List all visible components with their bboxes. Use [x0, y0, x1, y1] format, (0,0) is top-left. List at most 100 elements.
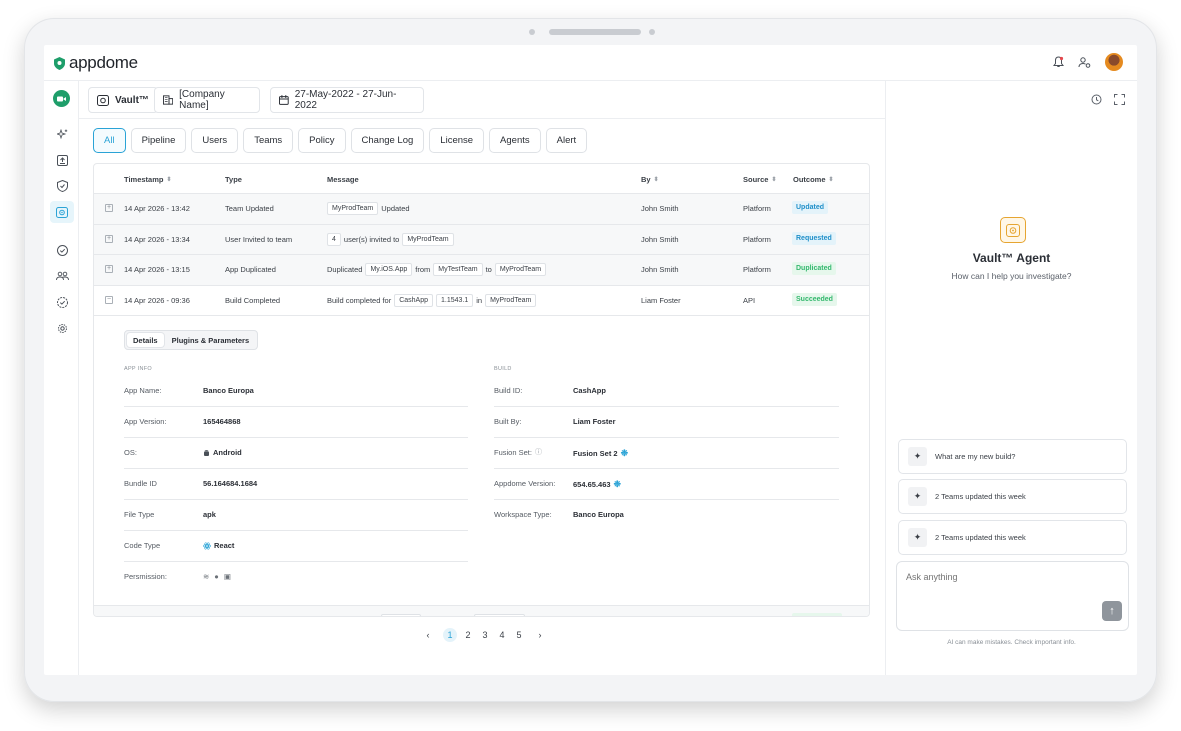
- app-info-value: 165464868: [203, 417, 241, 426]
- expand-row-icon[interactable]: +: [105, 204, 113, 212]
- message-tag: My.iOS.App: [365, 263, 413, 276]
- table-row[interactable]: +14 Apr 2026 - 13:42 Team Updated John Smi…: [94, 194, 869, 225]
- app-info-value: React: [203, 541, 234, 550]
- rail-vault[interactable]: [50, 201, 74, 223]
- suggestion-3[interactable]: ✦ 2 Teams updated this week: [898, 520, 1127, 555]
- suggestion-1[interactable]: ✦ What are my new build?: [898, 439, 1127, 474]
- calendar-icon: [279, 95, 289, 105]
- suggestion-2[interactable]: ✦ 2 Teams updated this week: [898, 479, 1127, 514]
- page-5-button[interactable]: 5: [513, 630, 525, 640]
- col-source[interactable]: Source ⬍: [743, 175, 776, 184]
- cell-by: John Smith: [641, 265, 679, 274]
- expand-row-icon[interactable]: +: [105, 234, 113, 243]
- company-selector[interactable]: [Company Name]: [154, 87, 260, 113]
- prev-page-button[interactable]: ‹: [422, 630, 434, 640]
- user-settings-icon[interactable]: [1078, 56, 1091, 68]
- ask-input[interactable]: [906, 572, 1106, 582]
- message-tag: MyProdTeam: [494, 263, 547, 276]
- expand-row-icon[interactable]: +: [105, 616, 113, 617]
- date-range: 27-May-2022 - 27-Jun-2022: [294, 89, 397, 111]
- page-1-button[interactable]: 1: [443, 628, 457, 642]
- history-icon[interactable]: [1091, 94, 1102, 105]
- message-tag: MyProdTeam: [485, 293, 537, 307]
- message-tag: CashApp: [394, 293, 433, 307]
- table-row[interactable]: +14 Apr 2026 - 13:34 User Invited to team…: [94, 224, 869, 255]
- user-avatar[interactable]: [1105, 53, 1123, 71]
- tab-plugins-parameters[interactable]: Plugins & Parameters: [166, 333, 256, 347]
- notification-bell-icon[interactable]: [1053, 56, 1064, 68]
- rail-security[interactable]: [50, 175, 74, 197]
- vault-selector[interactable]: Vault™: [88, 87, 158, 113]
- col-type: Type: [225, 175, 242, 184]
- col-by[interactable]: By ⬍: [641, 175, 659, 184]
- info-icon[interactable]: ⓘ: [535, 447, 542, 457]
- expand-icon[interactable]: [1114, 94, 1125, 105]
- rail-status[interactable]: [50, 239, 74, 261]
- app-info-heading: APP INFO: [124, 366, 152, 372]
- page-2-button[interactable]: 2: [462, 630, 474, 640]
- android-icon: [204, 449, 209, 456]
- filter-pills: All Pipeline Users Teams Policy Change Log Lic…: [93, 128, 588, 153]
- collapse-row-icon[interactable]: −: [105, 295, 113, 304]
- device-camera: [529, 29, 535, 35]
- brand-logo[interactable]: appdome: [54, 53, 138, 73]
- sparkle-icon: ✦: [908, 487, 927, 506]
- brand-name: appdome: [69, 53, 138, 72]
- filter-users[interactable]: Users: [191, 128, 239, 153]
- wifi-icon: ≋: [203, 572, 210, 581]
- col-source-label: Source: [743, 175, 769, 184]
- ask-box: ↑: [896, 561, 1129, 631]
- rail-upload[interactable]: [50, 149, 74, 171]
- filter-pipeline[interactable]: Pipeline: [130, 128, 187, 153]
- rail-settings[interactable]: [50, 317, 74, 339]
- vault-icon: [1006, 223, 1020, 237]
- tab-details[interactable]: Details: [127, 333, 164, 347]
- outcome-badge: Duplicated: [792, 262, 836, 275]
- expand-row-icon[interactable]: +: [105, 265, 113, 273]
- col-by-label: By: [641, 175, 651, 184]
- top-icons: [1053, 53, 1123, 71]
- table-row[interactable]: − 14 Apr 2026 - 09:36 Build Completed Liam …: [94, 285, 869, 316]
- page-3-button[interactable]: 3: [479, 630, 491, 640]
- building-icon: [163, 95, 174, 105]
- check-circle-icon: [56, 244, 68, 256]
- build-row: Appdome Version: 654.65.463 ❉: [494, 469, 839, 500]
- filter-change-log[interactable]: Change Log: [350, 128, 425, 153]
- date-range-picker[interactable]: 27-May-2022 - 27-Jun-2022: [270, 87, 424, 113]
- col-timestamp[interactable]: Timestamp ⬍: [124, 175, 172, 184]
- col-outcome[interactable]: Outcome ⬍: [793, 175, 834, 184]
- filter-all[interactable]: All: [93, 128, 126, 153]
- rail-verified[interactable]: [50, 291, 74, 313]
- app-info-value-text: apk: [203, 510, 216, 519]
- message-tag: MyProdTeam: [327, 202, 379, 215]
- filter-policy[interactable]: Policy: [298, 128, 346, 153]
- filter-agents[interactable]: Agents: [489, 128, 541, 153]
- message-text: as JSON from: [424, 616, 471, 617]
- sparkle-icon: [56, 128, 67, 139]
- filter-alert[interactable]: Alert: [545, 128, 588, 153]
- table-row[interactable]: +14 Apr 2026 - 10:25 Policy Exported John …: [94, 606, 869, 617]
- app-info-key: Bundle ID: [124, 479, 157, 488]
- build-value-text: 654.65.463: [573, 480, 611, 489]
- cell-timestamp: 14 Apr 2026 - 09:36: [124, 295, 190, 305]
- next-page-button[interactable]: ›: [534, 630, 546, 640]
- page-numbers: 12345: [443, 628, 525, 642]
- app-info-key: App Name:: [124, 386, 162, 395]
- table-body-last: +14 Apr 2026 - 10:25 Policy Exported John …: [94, 606, 869, 617]
- filter-teams[interactable]: Teams: [243, 128, 294, 153]
- build-value: Fusion Set 2 ❉: [573, 448, 628, 459]
- workspace-logo[interactable]: [53, 90, 70, 107]
- table-row[interactable]: +14 Apr 2026 - 13:15 App Duplicated John S…: [94, 255, 869, 286]
- agent-panel: Vault™ Agent How can I help you investig…: [885, 81, 1137, 675]
- build-value-text: Fusion Set 2: [573, 449, 618, 458]
- rail-ai-sparkle[interactable]: [50, 123, 74, 145]
- outcome-badge: Downloaded: [792, 613, 842, 616]
- message-tag: 1.1543.1: [436, 293, 474, 307]
- message-text: Exported policy: [327, 616, 378, 617]
- filter-license[interactable]: License: [429, 128, 485, 153]
- app-info-row: Persmission: ≋ ● ▣: [124, 562, 468, 593]
- col-timestamp-label: Timestamp: [124, 175, 164, 184]
- rail-team[interactable]: [50, 265, 74, 287]
- page-4-button[interactable]: 4: [496, 630, 508, 640]
- send-button[interactable]: ↑: [1102, 601, 1122, 621]
